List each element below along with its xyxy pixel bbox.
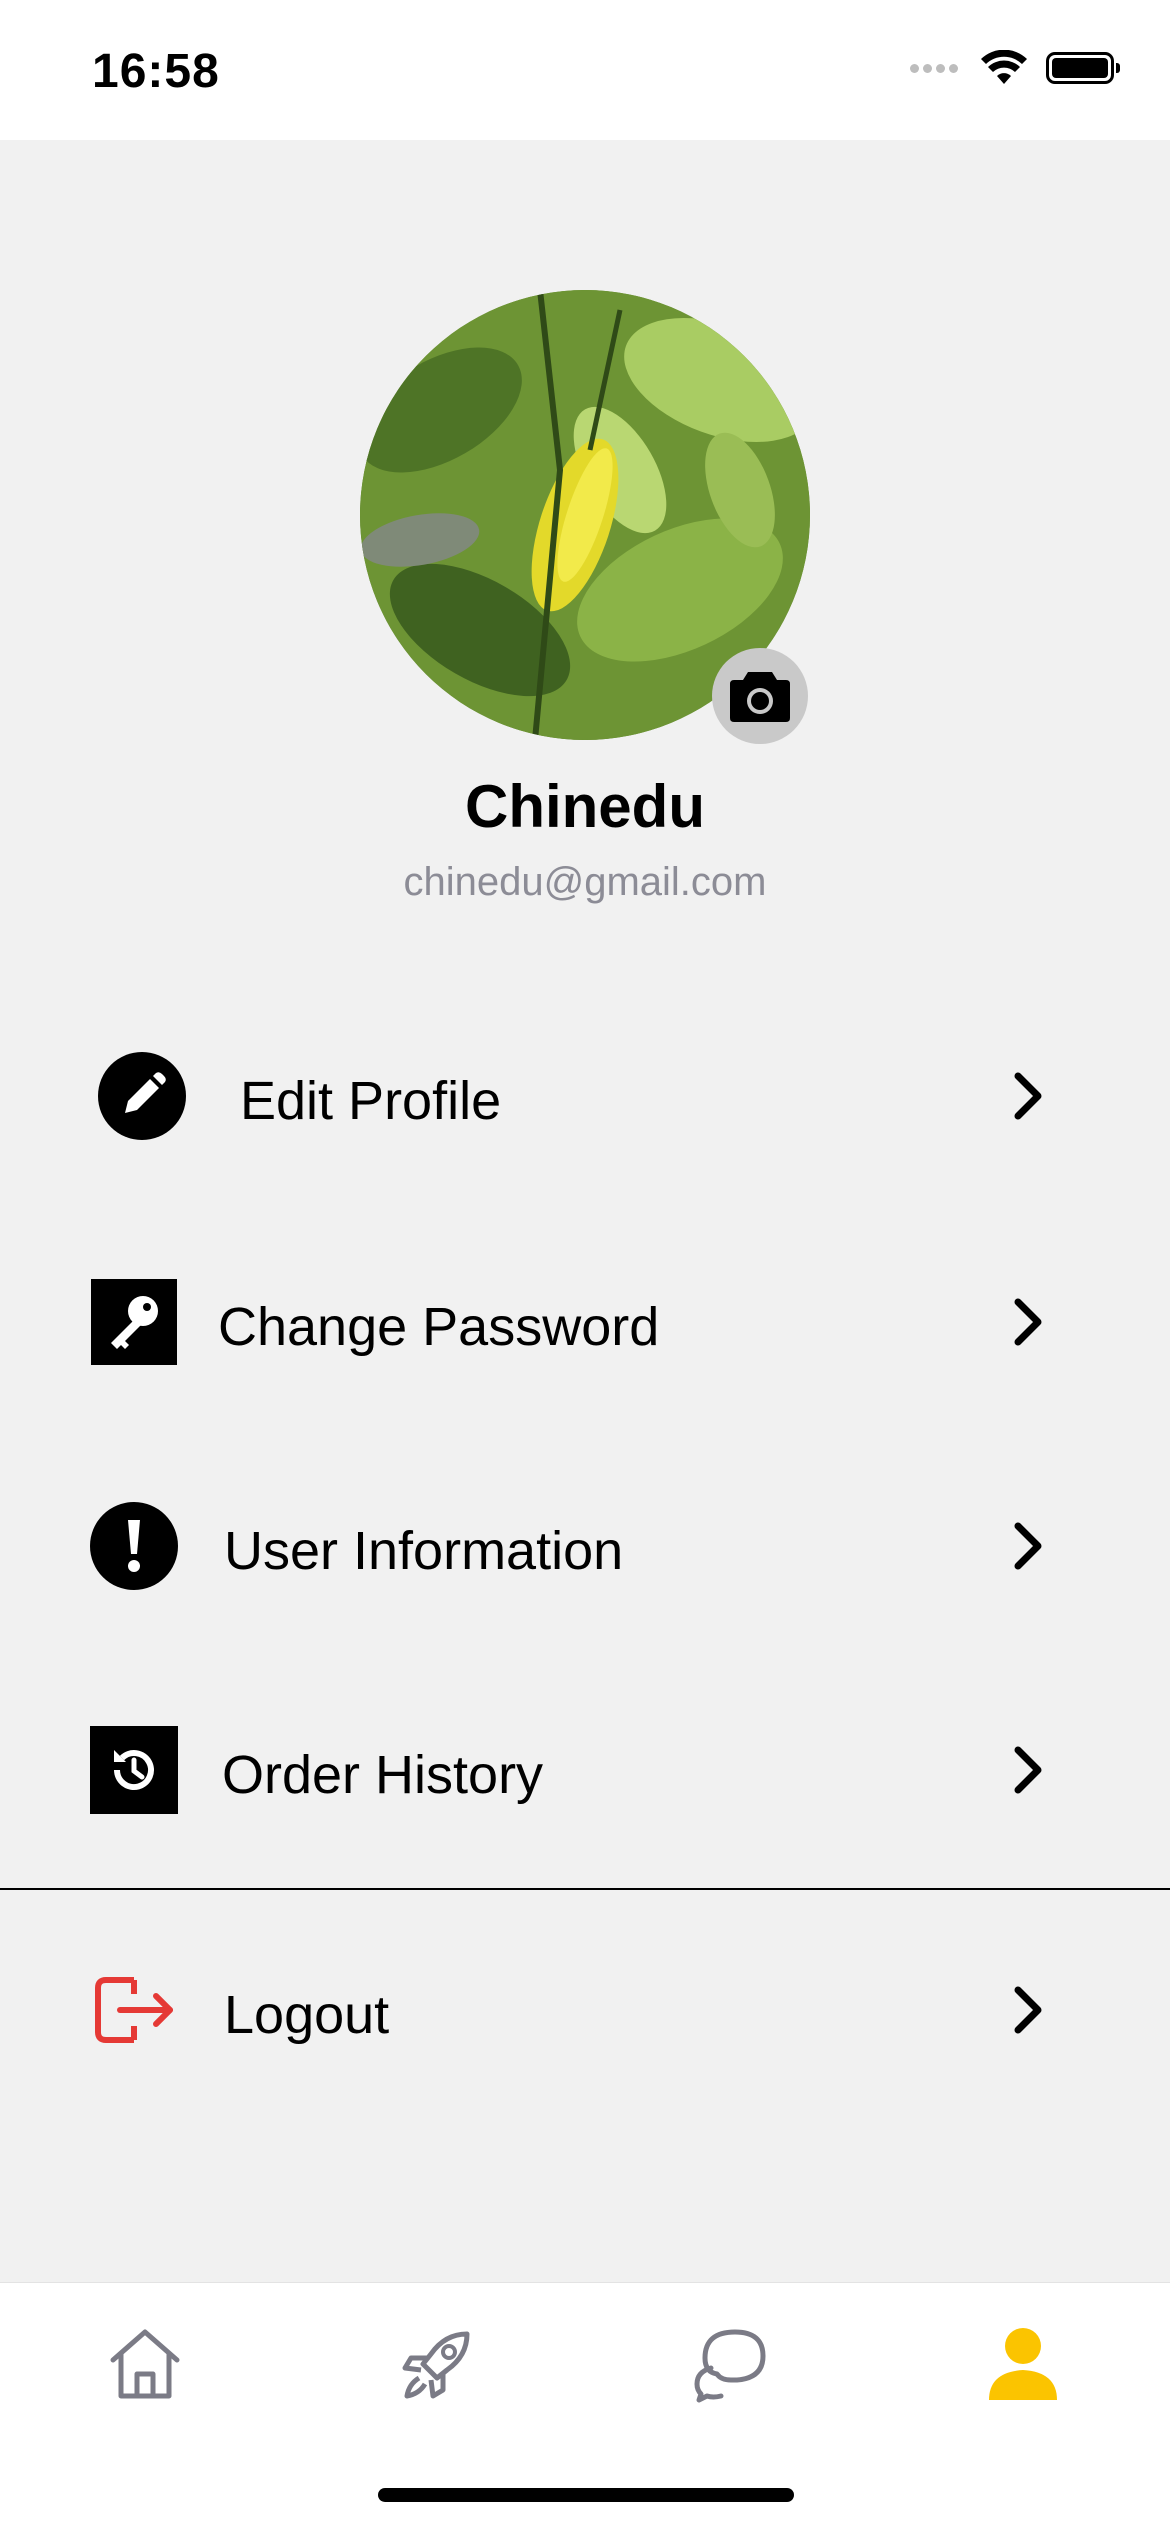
user-icon: [989, 2328, 1057, 2400]
menu-label-logout: Logout: [224, 1985, 390, 2045]
chevron-right-icon: [1014, 1522, 1042, 1570]
rocket-icon: [402, 2331, 470, 2399]
chat-icon: [694, 2329, 766, 2403]
history-icon: [90, 1726, 178, 1814]
menu-item-order-history[interactable]: Order History: [0, 1690, 1170, 1850]
tab-explore[interactable]: [392, 2319, 482, 2409]
chevron-right-icon: [1014, 1986, 1042, 2034]
status-time: 16:58: [92, 45, 220, 98]
menu-item-user-information[interactable]: User Information: [0, 1466, 1170, 1626]
chevron-right-icon: [1014, 1072, 1042, 1120]
chevron-right-icon: [1014, 1746, 1042, 1794]
battery-icon: [1046, 52, 1120, 84]
cellular-signal-icon: [910, 63, 962, 73]
profile-name: Chinedu: [465, 773, 705, 840]
wifi-icon: [981, 50, 1027, 84]
menu-item-edit-profile[interactable]: Edit Profile: [0, 1016, 1170, 1176]
chevron-right-icon: [1014, 1298, 1042, 1346]
exclamation-icon: [90, 1502, 178, 1590]
menu-label-edit-profile: Edit Profile: [240, 1071, 502, 1131]
menu-label-change-password: Change Password: [218, 1297, 660, 1357]
change-photo-button[interactable]: [712, 648, 808, 744]
tab-home[interactable]: [100, 2319, 190, 2409]
key-icon: [90, 1278, 178, 1366]
home-indicator: [378, 2488, 794, 2502]
status-bar: 16:58: [0, 0, 1170, 140]
pencil-icon: [98, 1052, 186, 1140]
home-icon: [110, 2329, 180, 2399]
profile-email: chinedu@gmail.com: [403, 860, 767, 904]
menu-label-user-information: User Information: [224, 1521, 624, 1581]
menu-item-logout[interactable]: Logout: [0, 1930, 1170, 2090]
status-icons: [910, 50, 1120, 86]
menu-label-order-history: Order History: [222, 1745, 544, 1805]
divider: [0, 1888, 1170, 1890]
tab-profile[interactable]: [978, 2319, 1068, 2409]
menu-item-change-password[interactable]: Change Password: [0, 1242, 1170, 1402]
camera-icon: [730, 672, 790, 722]
tab-messages[interactable]: [686, 2319, 776, 2409]
logout-icon: [90, 1966, 178, 2054]
